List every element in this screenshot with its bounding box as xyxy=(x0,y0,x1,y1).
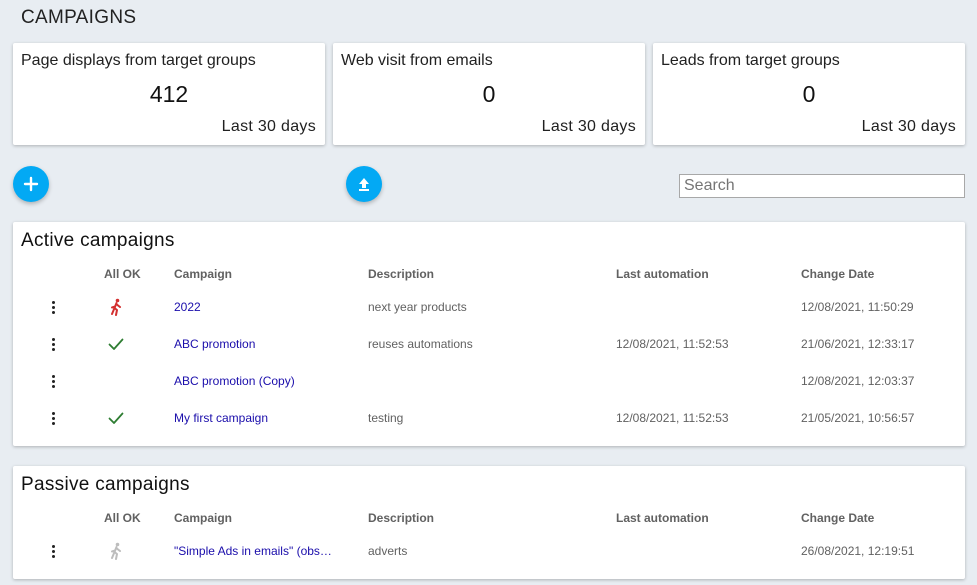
change-date: 21/05/2021, 10:56:57 xyxy=(801,411,915,425)
table-row: "Simple Ads in emails" (obs… adverts 26/… xyxy=(13,533,965,570)
stat-period: Last 30 days xyxy=(861,118,956,135)
stat-period: Last 30 days xyxy=(541,118,636,135)
row-menu-button[interactable] xyxy=(44,371,62,391)
column-header-change-date[interactable]: Change Date xyxy=(801,267,874,281)
column-header-campaign[interactable]: Campaign xyxy=(174,267,232,281)
campaign-description: adverts xyxy=(368,544,408,558)
campaign-name-link[interactable]: "Simple Ads in emails" (obs… xyxy=(174,533,332,570)
column-header-last-automation[interactable]: Last automation xyxy=(616,511,709,525)
campaign-description: testing xyxy=(368,411,404,425)
column-header-description[interactable]: Description xyxy=(368,511,434,525)
campaign-description: next year products xyxy=(368,300,467,314)
stat-period: Last 30 days xyxy=(221,118,316,135)
campaign-name-link[interactable]: 2022 xyxy=(174,289,201,326)
upload-icon xyxy=(359,178,369,191)
panel-title: Active campaigns xyxy=(21,230,175,251)
check-icon xyxy=(108,412,124,424)
stat-title: Leads from target groups xyxy=(661,52,840,69)
search-input[interactable] xyxy=(679,174,965,198)
passive-campaigns-panel: Passive campaigns All OK Campaign Descri… xyxy=(13,466,965,579)
row-menu-button[interactable] xyxy=(44,541,62,561)
table-row: ABC promotion reuses automations 12/08/2… xyxy=(13,326,965,363)
upload-campaign-button[interactable] xyxy=(346,166,382,202)
row-menu-button[interactable] xyxy=(44,297,62,317)
column-header-last-automation[interactable]: Last automation xyxy=(616,267,709,281)
running-person-inactive-icon xyxy=(111,542,121,560)
table-row: ABC promotion (Copy) 12/08/2021, 12:03:3… xyxy=(13,363,965,400)
active-campaigns-panel: Active campaigns All OK Campaign Descrip… xyxy=(13,222,965,446)
stat-title: Page displays from target groups xyxy=(21,52,256,69)
change-date: 26/08/2021, 12:19:51 xyxy=(801,544,915,558)
campaign-name-link[interactable]: ABC promotion xyxy=(174,326,255,363)
change-date: 12/08/2021, 11:50:29 xyxy=(801,300,914,314)
stat-value: 0 xyxy=(482,81,496,107)
check-icon xyxy=(108,338,124,350)
plus-icon xyxy=(23,176,39,192)
column-header-change-date[interactable]: Change Date xyxy=(801,511,874,525)
change-date: 21/06/2021, 12:33:17 xyxy=(801,337,915,351)
panel-title: Passive campaigns xyxy=(21,474,190,495)
stat-value: 412 xyxy=(149,81,189,107)
row-menu-button[interactable] xyxy=(44,408,62,428)
stat-card-leads: Leads from target groups 0 Last 30 days xyxy=(653,43,965,145)
column-header-all-ok: All OK xyxy=(104,267,141,281)
page-title: CAMPAIGNS xyxy=(21,7,137,28)
column-header-campaign[interactable]: Campaign xyxy=(174,511,232,525)
row-menu-button[interactable] xyxy=(44,334,62,354)
column-header-description[interactable]: Description xyxy=(368,267,434,281)
stat-card-web-visits: Web visit from emails 0 Last 30 days xyxy=(333,43,645,145)
change-date: 12/08/2021, 12:03:37 xyxy=(801,374,915,388)
running-person-error-icon xyxy=(111,298,121,316)
campaign-description: reuses automations xyxy=(368,337,473,351)
stat-card-page-displays: Page displays from target groups 412 Las… xyxy=(13,43,325,145)
last-automation: 12/08/2021, 11:52:53 xyxy=(616,411,729,425)
campaign-name-link[interactable]: ABC promotion (Copy) xyxy=(174,363,295,400)
add-campaign-button[interactable] xyxy=(13,166,49,202)
stat-title: Web visit from emails xyxy=(341,52,493,69)
column-header-all-ok: All OK xyxy=(104,511,141,525)
last-automation: 12/08/2021, 11:52:53 xyxy=(616,337,729,351)
table-row: 2022 next year products 12/08/2021, 11:5… xyxy=(13,289,965,326)
table-row: My first campaign testing 12/08/2021, 11… xyxy=(13,400,965,437)
stat-value: 0 xyxy=(802,81,816,107)
campaign-name-link[interactable]: My first campaign xyxy=(174,400,268,437)
